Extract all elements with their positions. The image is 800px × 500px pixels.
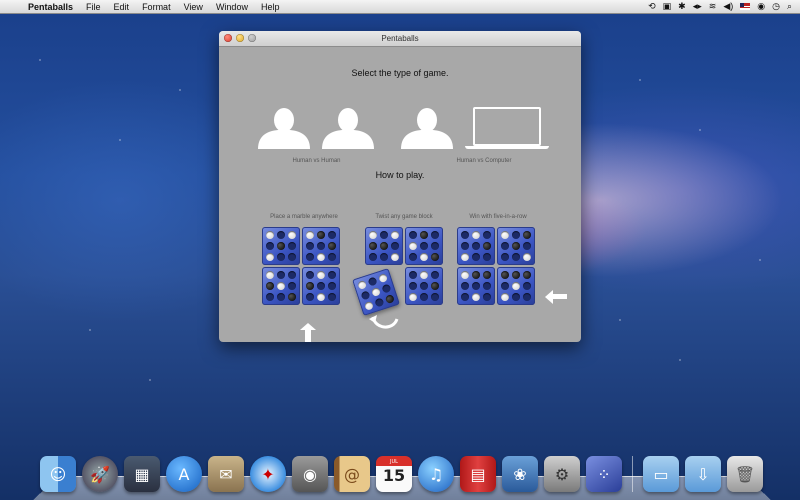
game-board	[262, 227, 340, 305]
menu-window[interactable]: Window	[216, 2, 248, 12]
clock-icon[interactable]: ◷	[772, 1, 780, 12]
menu-view[interactable]: View	[184, 2, 203, 12]
game-block	[405, 227, 443, 265]
bluetooth-icon[interactable]: ✱	[678, 1, 686, 12]
game-block	[302, 227, 340, 265]
game-block	[365, 227, 403, 265]
rotate-arrow-icon	[369, 315, 399, 329]
finder-icon[interactable]: ☺	[40, 456, 76, 492]
launchpad-icon[interactable]: 🚀	[82, 456, 118, 492]
app-menu[interactable]: Pentaballs	[28, 2, 73, 12]
game-block	[302, 267, 340, 305]
facetime-icon[interactable]: ◉	[292, 456, 328, 492]
pentaballs-window: Pentaballs Select the type of game. Huma…	[219, 31, 581, 342]
human-vs-human-option[interactable]: Human vs Human	[254, 107, 379, 167]
input-source-flag-icon[interactable]	[740, 3, 751, 10]
mission-control-icon[interactable]: ▦	[124, 456, 160, 492]
person-icon	[401, 108, 453, 149]
menu-help[interactable]: Help	[261, 2, 280, 12]
user-icon[interactable]: ◉	[757, 1, 765, 12]
human-vs-human-label: Human vs Human	[292, 158, 341, 164]
app-store-icon[interactable]: A	[166, 456, 202, 492]
calendar-month: JUL	[390, 459, 398, 465]
pentaballs-icon[interactable]: ⁘	[586, 456, 622, 492]
arrow-up-icon	[300, 323, 316, 342]
applications-folder-icon[interactable]: ▭	[643, 456, 679, 492]
minimize-button[interactable]	[236, 34, 244, 42]
arrow-left-icon	[545, 290, 567, 304]
how-to-play-heading: How to play.	[375, 170, 425, 180]
step-place-caption: Place a marble anywhere	[270, 214, 338, 220]
menu-file[interactable]: File	[86, 2, 101, 12]
spotlight-search-icon[interactable]: ⌕	[787, 1, 792, 12]
trash-icon[interactable]: 🗑	[727, 456, 763, 492]
mail-stamp-icon[interactable]: ✉	[208, 456, 244, 492]
sync-icon[interactable]: ▣	[663, 1, 672, 12]
calendar-day: 15	[382, 466, 406, 485]
wifi-icon[interactable]: ≋	[709, 1, 717, 12]
volume-icon[interactable]: ◀)	[723, 1, 733, 12]
person-icon	[258, 108, 310, 149]
laptop-icon	[465, 107, 549, 151]
dock-separator	[632, 456, 633, 492]
menu-edit[interactable]: Edit	[114, 2, 130, 12]
select-game-heading: Select the type of game.	[351, 68, 449, 78]
game-block	[262, 267, 300, 305]
human-vs-computer-option[interactable]: Human vs Computer	[399, 107, 549, 167]
dock: ☺ 🚀 ▦ A ✉ ✦ ◉ @ JUL 15 ♫ ▤ ❀ ⚙ ⁘ ▭ ⇩ 🗑	[40, 448, 770, 492]
address-book-icon[interactable]: @	[334, 456, 370, 492]
game-board	[457, 227, 535, 305]
safari-icon[interactable]: ✦	[250, 456, 286, 492]
calendar-icon[interactable]: JUL 15	[376, 456, 412, 492]
step-twist-caption: Twist any game block	[375, 214, 433, 220]
display-mirroring-icon[interactable]: ◂▸	[693, 1, 702, 12]
person-icon	[322, 108, 374, 149]
game-block	[405, 267, 443, 305]
window-titlebar[interactable]: Pentaballs	[219, 31, 581, 47]
game-block	[497, 267, 535, 305]
system-preferences-icon[interactable]: ⚙	[544, 456, 580, 492]
zoom-button[interactable]	[248, 34, 256, 42]
iphoto-icon[interactable]: ❀	[502, 456, 538, 492]
human-vs-computer-label: Human vs Computer	[456, 158, 512, 164]
game-block	[457, 267, 495, 305]
step-win-caption: Win with five-in-a-row	[469, 214, 527, 220]
game-block	[497, 227, 535, 265]
desktop: Pentaballs File Edit Format View Window …	[0, 0, 800, 500]
game-block	[457, 227, 495, 265]
time-machine-icon[interactable]: ⟲	[648, 1, 656, 12]
photo-booth-icon[interactable]: ▤	[460, 456, 496, 492]
itunes-icon[interactable]: ♫	[418, 456, 454, 492]
window-title: Pentaballs	[381, 34, 419, 43]
window-content: Select the type of game. Human vs Human	[219, 47, 581, 342]
downloads-folder-icon[interactable]: ⇩	[685, 456, 721, 492]
window-controls	[224, 34, 256, 42]
close-button[interactable]	[224, 34, 232, 42]
menu-bar: Pentaballs File Edit Format View Window …	[0, 0, 800, 14]
menu-format[interactable]: Format	[142, 2, 171, 12]
status-menus: ⟲ ▣ ✱ ◂▸ ≋ ◀) ◉ ◷ ⌕	[648, 1, 792, 12]
game-block	[262, 227, 300, 265]
